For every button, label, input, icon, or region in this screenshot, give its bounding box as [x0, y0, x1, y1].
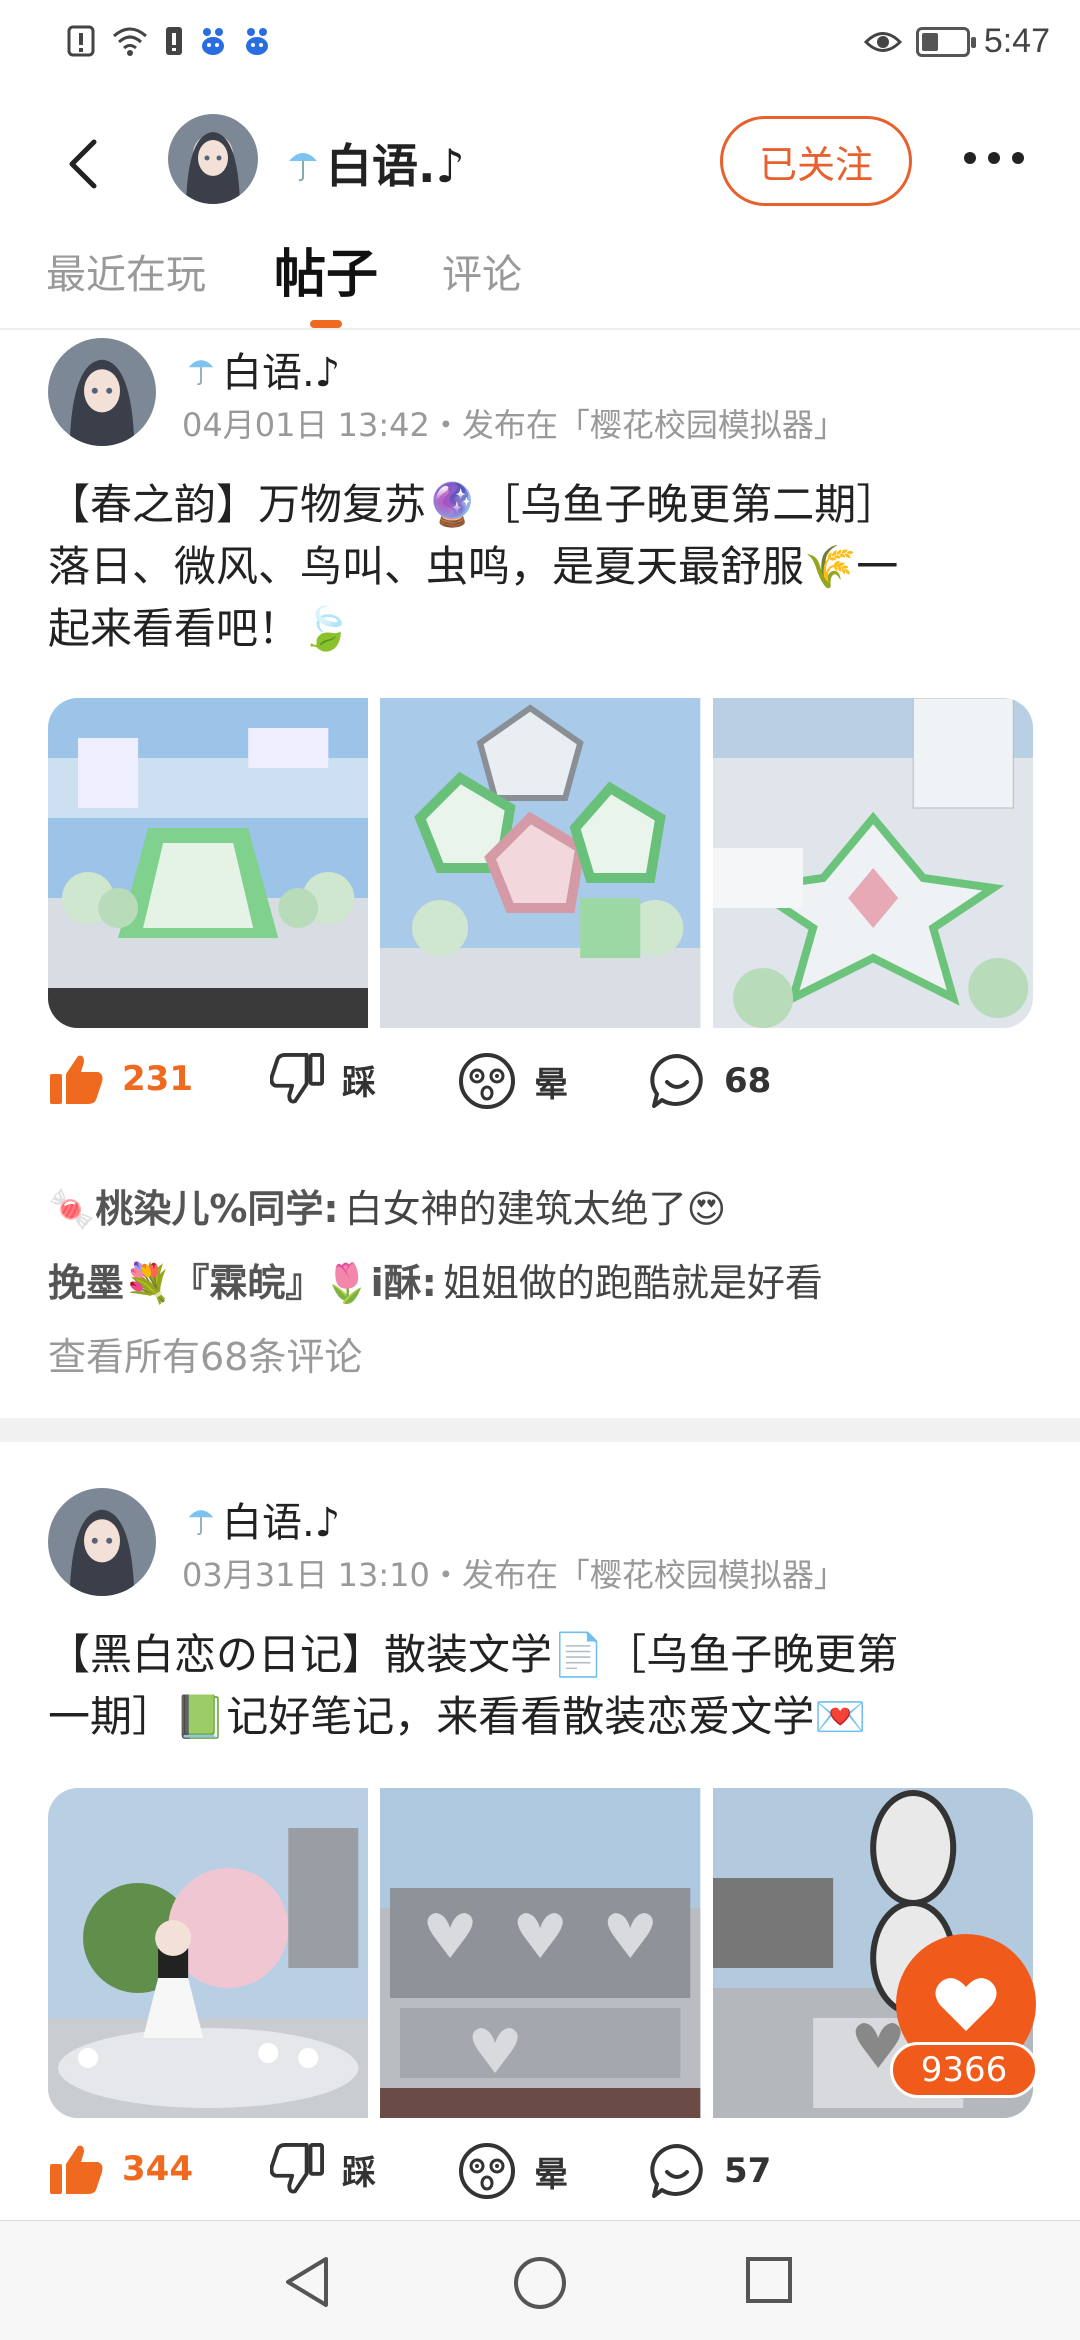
thumbs-down-icon [270, 2142, 324, 2194]
post-body[interactable]: 【春之韵】万物复苏🔮［乌鱼子晚更第二期］ 落日、微风、鸟叫、虫鸣，是夏天最舒服🌾… [48, 474, 1038, 660]
thumbs-up-icon [50, 1055, 103, 1104]
tab-recently-played[interactable]: 最近在玩 [46, 242, 206, 300]
comment-preview[interactable]: 🍬桃染儿%同学: 白女神的建筑太绝了😍 [48, 1178, 726, 1233]
comment-preview[interactable]: 挽墨💐『霖皖』🌷i酥: 姐姐做的跑酷就是好看 [48, 1252, 823, 1307]
floating-like-count: 9366 [890, 2042, 1038, 2098]
dislike-button[interactable]: 踩 [270, 2142, 376, 2196]
status-icons-right: 5:47 [863, 22, 1050, 61]
follow-button[interactable]: 已关注 [720, 116, 912, 206]
nav-home-icon[interactable] [512, 2255, 568, 2311]
alert-icon [67, 25, 95, 57]
post-actions: 344 踩 晕 57 [48, 2142, 1038, 2212]
umbrella-icon [188, 1510, 214, 1536]
app-notification-icon [202, 28, 224, 55]
post-image[interactable] [48, 1788, 369, 2118]
post-image-grid [48, 698, 1033, 1028]
view-all-comments-link[interactable]: 查看所有68条评论 [48, 1326, 362, 1381]
post-image-grid [48, 1788, 1033, 2118]
dislike-button[interactable]: 踩 [270, 1052, 376, 1106]
avatar[interactable] [168, 114, 258, 204]
profile-header: 白语.♪ 已关注 [0, 100, 1080, 230]
status-bar: 5:47 [0, 0, 1080, 92]
profile-tabs: 最近在玩 帖子 评论 [0, 228, 1080, 330]
post-image[interactable] [380, 698, 701, 1028]
status-icons-left [66, 24, 272, 58]
more-icon[interactable] [964, 152, 1024, 164]
nav-recents-icon[interactable] [744, 2255, 794, 2305]
thumbs-down-icon [270, 1052, 324, 1104]
sim-icon [166, 27, 182, 55]
comment-button[interactable]: 68 [648, 1052, 771, 1110]
like-button[interactable]: 231 [48, 1052, 193, 1106]
dizzy-face-icon [459, 2143, 515, 2199]
system-nav-bar [0, 2220, 1080, 2340]
comment-bubble-icon [650, 1054, 703, 1108]
thumbs-up-icon [50, 2145, 103, 2194]
dizzy-button[interactable]: 晕 [458, 2142, 568, 2200]
heart-icon [935, 1978, 997, 2031]
tab-posts[interactable]: 帖子 [274, 232, 378, 307]
avatar[interactable] [48, 1488, 156, 1596]
post-image[interactable] [380, 1788, 701, 2118]
post-image[interactable] [712, 698, 1033, 1028]
comment-button[interactable]: 57 [648, 2142, 771, 2200]
post-meta: 04月01日 13:42・发布在「樱花校园模拟器」 [182, 406, 846, 444]
eye-comfort-icon [863, 31, 902, 52]
profile-name: 白语.♪ [286, 130, 465, 196]
tab-comments[interactable]: 评论 [442, 242, 522, 300]
like-button[interactable]: 344 [48, 2142, 193, 2196]
avatar[interactable] [48, 338, 156, 446]
umbrella-icon [188, 360, 214, 386]
dizzy-face-icon [459, 1053, 515, 1109]
dizzy-button[interactable]: 晕 [458, 1052, 568, 1110]
post-image[interactable] [48, 698, 369, 1028]
post-body[interactable]: 【黑白恋の日记】散装文学📄［乌鱼子晚更第 一期］📗记好笔记，来看看散装恋爱文学💌 [48, 1624, 1038, 1748]
nav-back-icon[interactable] [282, 2255, 332, 2309]
back-arrow-icon[interactable] [60, 134, 110, 194]
post-author[interactable]: 白语.♪ [186, 340, 340, 398]
battery-icon [915, 26, 976, 57]
umbrella-icon [289, 153, 317, 182]
clock: 5:47 [983, 22, 1050, 60]
post-author[interactable]: 白语.♪ [186, 1490, 340, 1548]
active-tab-indicator [310, 320, 342, 328]
post-divider [0, 1418, 1080, 1442]
app-notification-icon [246, 28, 268, 55]
post-actions: 231 踩 晕 68 [48, 1052, 1038, 1122]
wifi-icon [113, 27, 147, 56]
post-meta: 03月31日 13:10・发布在「樱花校园模拟器」 [182, 1556, 846, 1594]
comment-bubble-icon [650, 2144, 703, 2198]
